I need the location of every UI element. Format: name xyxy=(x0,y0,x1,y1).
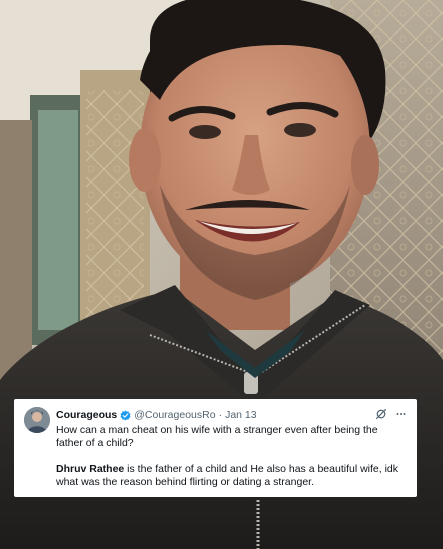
tweet-actions xyxy=(375,407,407,420)
tweet-paragraph-1: How can a man cheat on his wife with a s… xyxy=(56,424,378,449)
verified-badge-icon xyxy=(120,410,131,421)
grok-icon[interactable] xyxy=(375,407,387,420)
avatar[interactable] xyxy=(24,407,50,433)
tweet-date[interactable]: Jan 13 xyxy=(225,409,257,421)
tweet-header: Courageous @CourageousRo · Jan 13 xyxy=(24,407,407,433)
tweet-card[interactable]: Courageous @CourageousRo · Jan 13 How ca… xyxy=(14,399,417,497)
separator-dot: · xyxy=(218,409,223,421)
handle[interactable]: @CourageousRo xyxy=(134,409,215,421)
tweet-bold-name: Dhruv Rathee xyxy=(56,463,125,475)
tweet-paragraph-2: Dhruv Rathee is the father of a child an… xyxy=(56,463,407,489)
tweet-author-line: Courageous @CourageousRo · Jan 13 xyxy=(56,409,257,421)
display-name[interactable]: Courageous xyxy=(56,409,117,421)
tweet-body: How can a man cheat on his wife with a s… xyxy=(56,424,407,489)
avatar-image xyxy=(24,407,50,433)
more-icon[interactable] xyxy=(395,407,407,419)
